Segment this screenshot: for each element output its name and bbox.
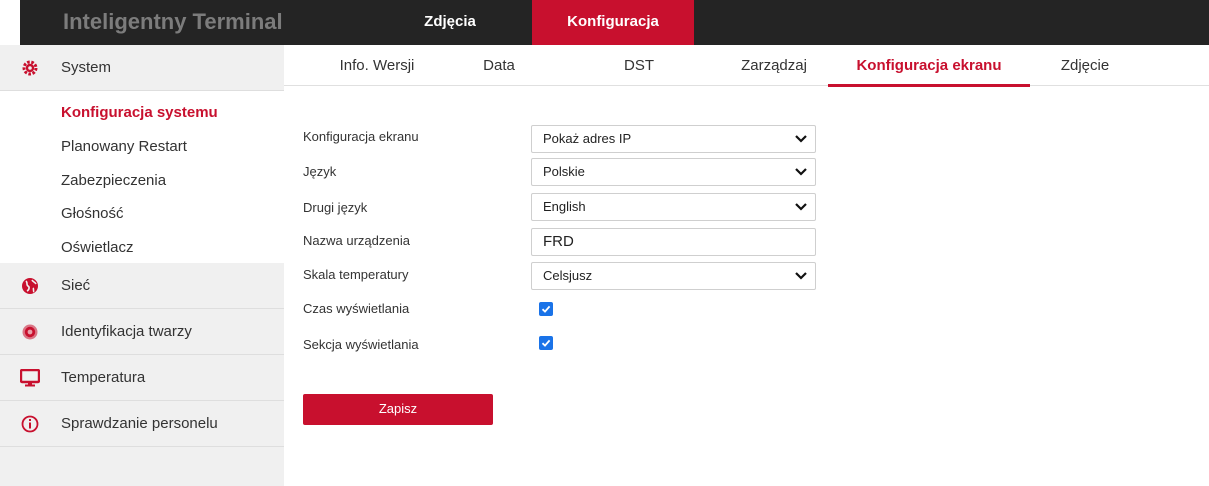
display-time-checkbox[interactable] bbox=[539, 302, 553, 316]
language-value: Polskie bbox=[543, 164, 585, 179]
face-target-icon bbox=[20, 322, 40, 342]
second-language-label: Drugi język bbox=[303, 200, 368, 215]
device-name-input[interactable]: FRD bbox=[531, 228, 816, 256]
checkmark-icon bbox=[541, 339, 551, 347]
sidebar-item-oswietlacz[interactable]: Oświetlacz bbox=[61, 239, 134, 256]
monitor-icon bbox=[20, 368, 40, 388]
tab-zdjecie[interactable]: Zdjęcie bbox=[1030, 45, 1140, 86]
globe-icon bbox=[20, 276, 40, 296]
sidebar-group-label: System bbox=[61, 59, 112, 76]
chevron-down-icon bbox=[795, 272, 807, 280]
sidebar-item-zabezpieczenia[interactable]: Zabezpieczenia bbox=[61, 172, 166, 189]
app-title: Inteligentny Terminal bbox=[63, 9, 283, 34]
sidebar-group-label: Sieć bbox=[61, 277, 91, 294]
screen-config-label: Konfiguracja ekranu bbox=[303, 129, 419, 144]
subtab-bar: Info. Wersji Data DST Zarządzaj Konfigur… bbox=[284, 45, 1209, 87]
sidebar-group-system[interactable]: System bbox=[0, 45, 284, 91]
top-tab-zdjecia[interactable]: Zdjęcia bbox=[375, 0, 525, 45]
top-tab-konfiguracja[interactable]: Konfiguracja bbox=[532, 0, 694, 45]
second-language-select[interactable]: English bbox=[531, 193, 816, 221]
sidebar-group-label: Sprawdzanie personelu bbox=[61, 415, 218, 432]
display-section-label: Sekcja wyświetlania bbox=[303, 337, 419, 352]
sidebar-item-planowany-restart[interactable]: Planowany Restart bbox=[61, 138, 187, 155]
display-section-checkbox[interactable] bbox=[539, 336, 553, 350]
gear-icon bbox=[20, 58, 40, 78]
language-label: Język bbox=[303, 164, 337, 179]
chevron-down-icon bbox=[795, 203, 807, 211]
sidebar-group-sprawdzanie-personelu[interactable]: Sprawdzanie personelu bbox=[0, 401, 284, 447]
tab-data[interactable]: Data bbox=[444, 45, 554, 86]
info-icon bbox=[20, 414, 40, 434]
chevron-down-icon bbox=[795, 135, 807, 143]
temperature-scale-value: Celsjusz bbox=[543, 268, 593, 283]
chevron-down-icon bbox=[795, 168, 807, 176]
second-language-value: English bbox=[543, 199, 586, 214]
temperature-scale-select[interactable]: Celsjusz bbox=[531, 262, 816, 290]
screen-config-select[interactable]: Pokaż adres IP bbox=[531, 125, 816, 153]
save-button[interactable]: Zapisz bbox=[303, 394, 493, 425]
language-select[interactable]: Polskie bbox=[531, 158, 816, 186]
display-time-label: Czas wyświetlania bbox=[303, 301, 410, 316]
sidebar-group-siec[interactable]: Sieć bbox=[0, 263, 284, 309]
sidebar-group-label: Temperatura bbox=[61, 369, 146, 386]
tab-dst[interactable]: DST bbox=[584, 45, 694, 86]
sidebar-item-glosnosc[interactable]: Głośność bbox=[61, 205, 124, 222]
sidebar: System Konfiguracja systemu Planowany Re… bbox=[0, 45, 284, 486]
sidebar-group-label: Identyfikacja twarzy bbox=[61, 323, 192, 340]
checkmark-icon bbox=[541, 305, 551, 313]
tab-zarzadzaj[interactable]: Zarządzaj bbox=[714, 45, 834, 86]
sidebar-group-temperatura[interactable]: Temperatura bbox=[0, 355, 284, 401]
tab-info-wersji[interactable]: Info. Wersji bbox=[302, 45, 452, 86]
tab-konfiguracja-ekranu[interactable]: Konfiguracja ekranu bbox=[828, 45, 1030, 87]
top-bar: Inteligentny Terminal Zdjęcia Konfigurac… bbox=[0, 0, 1209, 45]
sidebar-item-konfiguracja-systemu[interactable]: Konfiguracja systemu bbox=[61, 104, 218, 121]
sidebar-group-identyfikacja-twarzy[interactable]: Identyfikacja twarzy bbox=[0, 309, 284, 355]
temperature-scale-label: Skala temperatury bbox=[303, 267, 409, 282]
screen-config-value: Pokaż adres IP bbox=[543, 131, 632, 146]
device-name-label: Nazwa urządzenia bbox=[303, 233, 410, 248]
